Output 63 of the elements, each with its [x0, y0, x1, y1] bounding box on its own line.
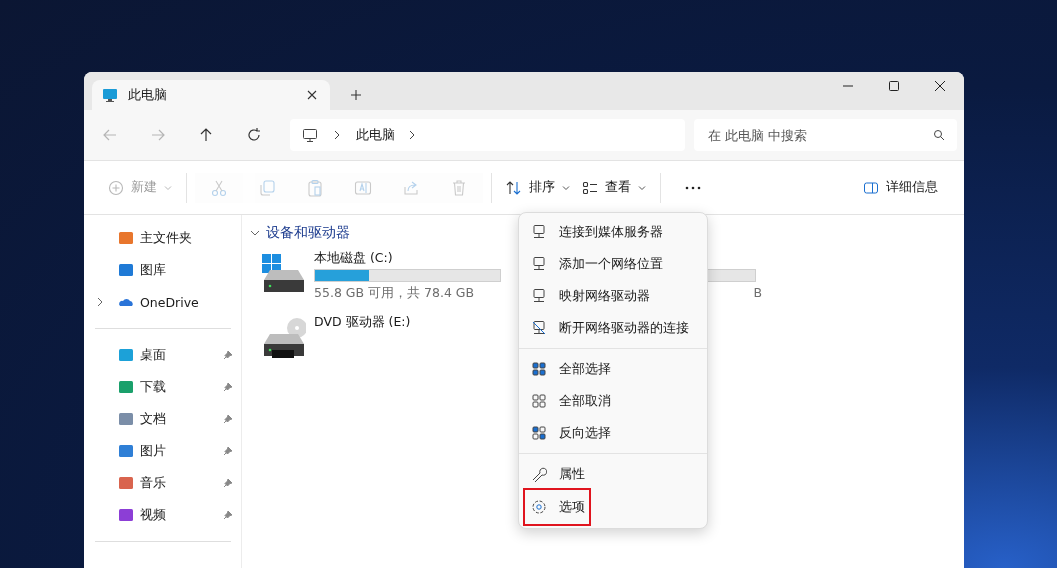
menu-item[interactable]: 断开网络驱动器的连接: [523, 312, 703, 344]
drive-name[interactable]: 本地磁盘 (C:): [314, 250, 501, 266]
details-button[interactable]: 详细信息: [857, 173, 944, 202]
usage-text: B: [753, 285, 762, 300]
menu-item[interactable]: 全部选择: [523, 353, 703, 385]
menu-item[interactable]: 反向选择: [523, 417, 703, 449]
monitor-icon: [302, 127, 318, 143]
network-computer-icon: [531, 256, 547, 272]
menu-item[interactable]: 全部取消: [523, 385, 703, 417]
pin-icon[interactable]: [223, 350, 233, 360]
chevron-icon[interactable]: [95, 297, 105, 307]
pin-icon[interactable]: [223, 510, 233, 520]
wrench-icon: [531, 466, 547, 482]
refresh-icon[interactable]: [246, 127, 262, 143]
network-computer-icon: [531, 224, 547, 240]
new-tab-icon[interactable]: [350, 89, 362, 101]
sidebar-item[interactable]: OneDrive: [84, 286, 241, 318]
search-icon: [933, 129, 945, 141]
sidebar-item[interactable]: 下载: [84, 371, 241, 403]
drive-name[interactable]: DVD 驱动器 (E:): [314, 314, 501, 330]
search-field[interactable]: 在 此电脑 中搜索: [694, 119, 957, 151]
toolbar-button[interactable]: 查看: [576, 173, 652, 202]
hard-drive-icon: [262, 254, 306, 294]
details-pane-icon: [863, 179, 879, 196]
chevron-icon[interactable]: [332, 130, 342, 140]
selection-grid-icon: [531, 425, 547, 441]
sidebar-item[interactable]: 视频: [84, 499, 241, 531]
menu-item[interactable]: 映射网络驱动器: [523, 280, 703, 312]
maximize-icon[interactable]: [888, 80, 900, 92]
sort-arrows-icon: [506, 179, 522, 196]
sidebar-item[interactable]: 主文件夹: [84, 222, 241, 254]
list-view-icon: [582, 179, 598, 196]
menu-item[interactable]: 选项: [525, 490, 589, 524]
pin-icon[interactable]: [223, 414, 233, 424]
menu-item[interactable]: 添加一个网络位置: [523, 248, 703, 280]
usage-text: 55.8 GB 可用，共 78.4 GB: [314, 285, 476, 302]
monitor-icon: [102, 87, 118, 103]
gear-icon: [531, 499, 547, 515]
sidebar-item[interactable]: 图库: [84, 254, 241, 286]
sidebar-item[interactable]: 桌面: [84, 339, 241, 371]
dvd-drive-icon: [262, 318, 306, 358]
plus-circle-icon: [108, 179, 124, 196]
close-icon[interactable]: [934, 80, 946, 92]
tab[interactable]: 此电脑: [92, 80, 330, 110]
up-icon[interactable]: [198, 127, 214, 143]
network-computer-icon: [531, 288, 547, 304]
sidebar-item[interactable]: 音乐: [84, 467, 241, 499]
section-header[interactable]: 设备和驱动器: [250, 224, 350, 242]
chevron-icon[interactable]: [407, 130, 417, 140]
sidebar-item[interactable]: 文档: [84, 403, 241, 435]
toolbar-button[interactable]: 排序: [500, 173, 576, 202]
selection-grid-icon: [531, 393, 547, 409]
sidebar-item[interactable]: 图片: [84, 435, 241, 467]
network-computer-icon: [531, 320, 547, 336]
address-bar[interactable]: 此电脑: [290, 119, 685, 151]
pin-icon[interactable]: [223, 382, 233, 392]
menu-item[interactable]: 连接到媒体服务器: [523, 216, 703, 248]
pin-icon[interactable]: [223, 446, 233, 456]
selection-grid-icon: [531, 361, 547, 377]
menu-item[interactable]: 属性: [523, 458, 703, 490]
close-icon[interactable]: [306, 89, 318, 101]
breadcrumb[interactable]: 此电脑: [356, 126, 395, 144]
pin-icon[interactable]: [223, 478, 233, 488]
